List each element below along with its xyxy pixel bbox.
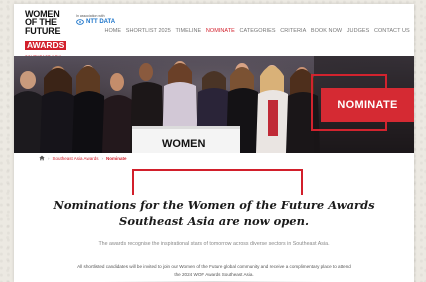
partner-name-row: NTT DATA bbox=[76, 19, 115, 25]
nav-shortlist[interactable]: SHORTLIST 2025 bbox=[123, 28, 173, 34]
home-icon[interactable] bbox=[39, 155, 45, 161]
web-page: WOMEN OF THE FUTURE AWARDS SOUTHEAST ASI… bbox=[14, 4, 414, 282]
page-headline: Nominations for the Women of the Future … bbox=[53, 198, 375, 228]
nominate-cta[interactable]: NOMINATE bbox=[321, 88, 414, 122]
nominate-cta-label: NOMINATE bbox=[337, 99, 398, 111]
nav-timeline[interactable]: TIMELINE bbox=[173, 28, 203, 34]
breadcrumb: › Southeast Asia Awards › Nominate bbox=[39, 155, 126, 161]
site-header: WOMEN OF THE FUTURE AWARDS SOUTHEAST ASI… bbox=[14, 4, 414, 59]
partner-logo[interactable]: In association with NTT DATA bbox=[76, 14, 115, 25]
main-nav: HOME SHORTLIST 2025 TIMELINE NOMINATE CA… bbox=[102, 28, 412, 34]
hero-banner: WOMEN NOMINATE bbox=[14, 56, 414, 153]
headline-frame bbox=[132, 169, 303, 195]
site-logo[interactable]: WOMEN OF THE FUTURE AWARDS SOUTHEAST ASI… bbox=[25, 9, 69, 59]
nav-nominate[interactable]: NOMINATE bbox=[204, 28, 238, 34]
logo-line-future: FUTURE bbox=[25, 25, 61, 36]
breadcrumb-current: Nominate bbox=[105, 155, 127, 161]
podium-text: WOMEN bbox=[162, 138, 205, 150]
nav-categories[interactable]: CATEGORIES bbox=[237, 28, 278, 34]
body-text: All shortlisted candidates will be invit… bbox=[77, 264, 351, 277]
nav-book-now[interactable]: BOOK NOW bbox=[309, 28, 345, 34]
logo-awards: AWARDS bbox=[25, 40, 67, 51]
partner-name: NTT DATA bbox=[86, 19, 116, 25]
nav-home[interactable]: HOME bbox=[102, 28, 123, 34]
nav-judges[interactable]: JUDGES bbox=[344, 28, 371, 34]
partner-caption: In association with bbox=[76, 14, 105, 18]
breadcrumb-separator: › bbox=[101, 155, 103, 161]
nav-criteria[interactable]: CRITERIA bbox=[278, 28, 309, 34]
ntt-data-icon bbox=[76, 19, 84, 25]
breadcrumb-separator: › bbox=[48, 155, 50, 161]
intro-text: The awards recognise the inspirational s… bbox=[98, 241, 330, 247]
nav-contact-us[interactable]: CONTACT US bbox=[372, 28, 412, 34]
breadcrumb-parent[interactable]: Southeast Asia Awards bbox=[53, 156, 99, 161]
